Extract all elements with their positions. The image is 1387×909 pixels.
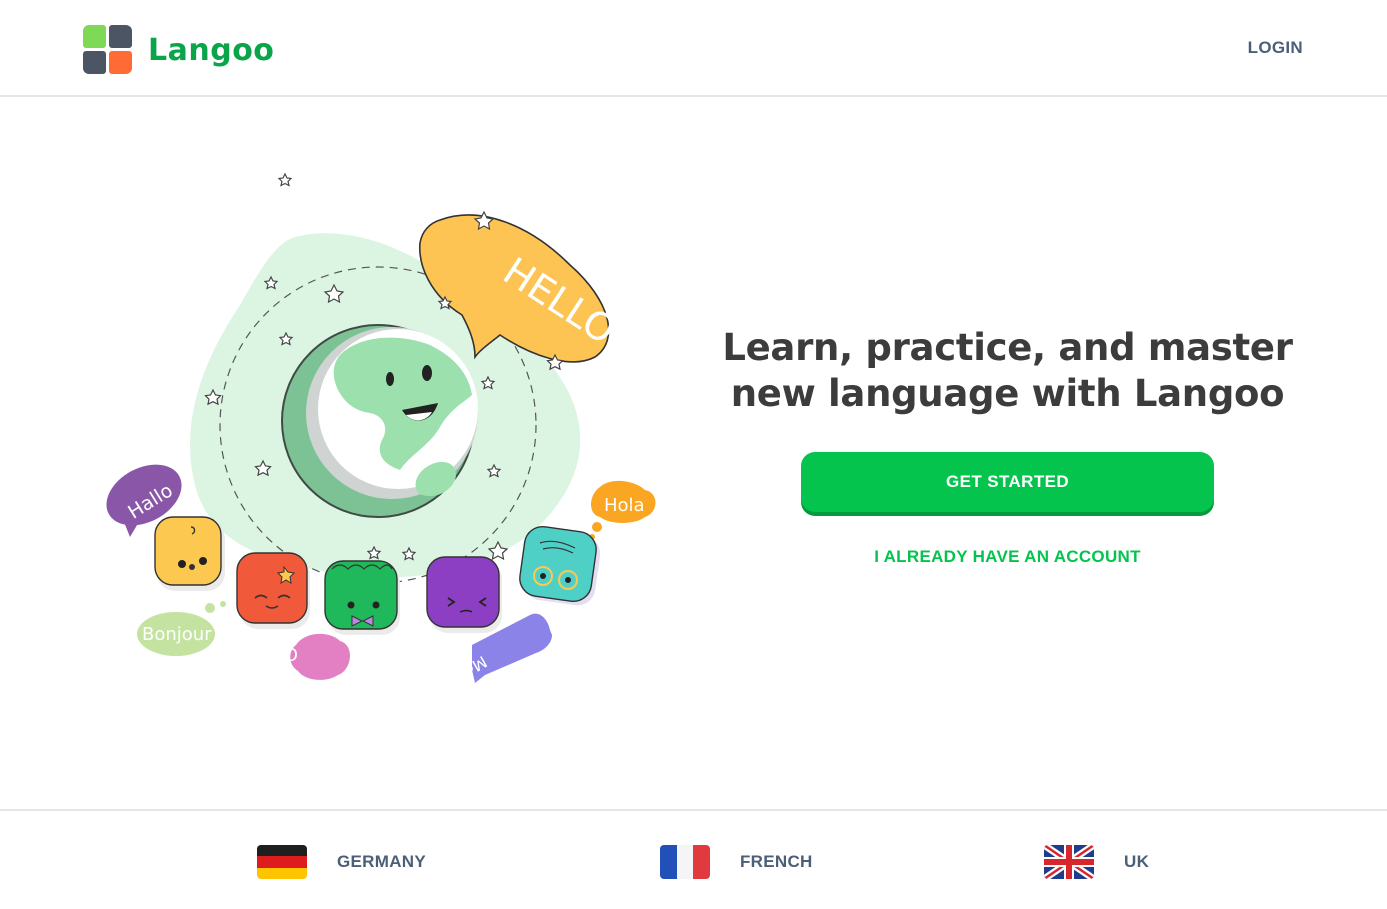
language-item-french[interactable]: FRENCH: [660, 845, 813, 879]
svg-text:Hola: Hola: [604, 495, 645, 516]
yellow-character: [154, 516, 225, 591]
germany-flag-icon: [257, 845, 307, 879]
language-item-germany[interactable]: GERMANY: [257, 845, 426, 879]
hero-illustration: HELLO Hallo Hola Bonjour Ciao Merhaba: [106, 172, 656, 695]
language-label: GERMANY: [337, 852, 426, 871]
purple-character: [426, 556, 502, 633]
svg-text:Merhaba: Merhaba: [420, 652, 490, 695]
teal-character: [519, 525, 601, 606]
ciao-speech-bubble: Ciao: [258, 633, 350, 680]
already-have-account-link[interactable]: I ALREADY HAVE AN ACCOUNT: [801, 547, 1214, 567]
hola-speech-bubble: Hola: [589, 480, 656, 540]
language-label: UK: [1124, 852, 1150, 871]
green-character: [324, 560, 400, 635]
uk-flag-icon: [1044, 845, 1094, 879]
logo-icon: [83, 25, 133, 75]
get-started-button[interactable]: GET STARTED: [801, 452, 1214, 512]
hero-title: Learn, practice, and master new language…: [722, 326, 1293, 415]
svg-text:Bonjour: Bonjour: [142, 624, 212, 645]
brand-name: Langoo: [148, 32, 275, 68]
globe-icon: [281, 324, 478, 518]
login-link[interactable]: LOGIN: [1248, 38, 1303, 58]
top-nav-bar: Langoo LOGIN: [0, 0, 1387, 97]
language-footer: GERMANY FRENCH UK: [0, 809, 1387, 909]
bonjour-speech-bubble: Bonjour: [137, 601, 226, 656]
brand-logo[interactable]: Langoo: [83, 25, 274, 75]
red-character: [236, 552, 310, 629]
language-label: FRENCH: [740, 852, 813, 871]
france-flag-icon: [660, 845, 710, 879]
svg-text:Ciao: Ciao: [258, 643, 298, 664]
language-item-uk[interactable]: UK: [1044, 845, 1149, 879]
